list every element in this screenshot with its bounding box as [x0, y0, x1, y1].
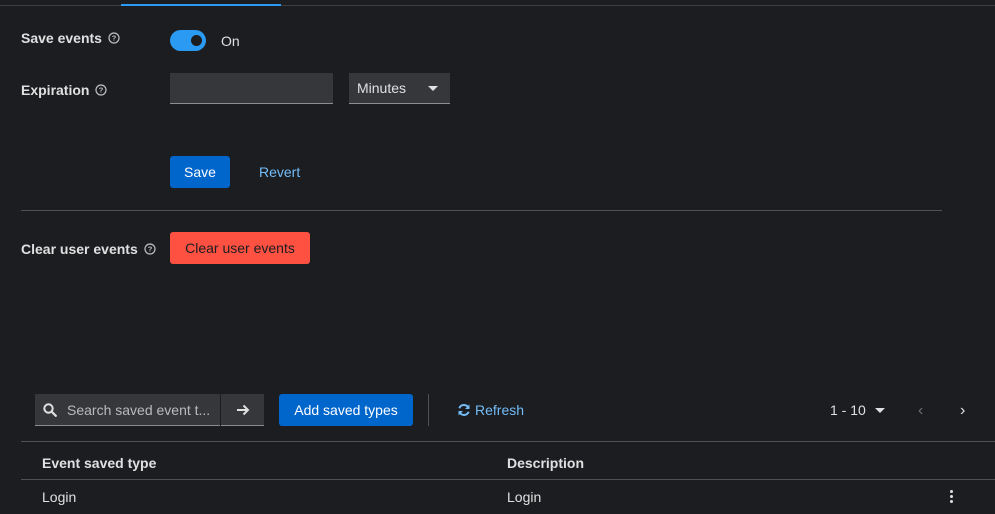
svg-text:?: ? — [112, 34, 117, 43]
refresh-label: Refresh — [475, 402, 525, 418]
pagination-caret-icon[interactable] — [875, 408, 885, 413]
toolbar-separator — [428, 394, 429, 426]
expiration-input[interactable] — [170, 73, 333, 104]
toggle-knob — [191, 35, 202, 46]
clear-user-events-button[interactable]: Clear user events — [170, 232, 310, 264]
column-header-description: Description — [507, 455, 585, 471]
svg-text:?: ? — [99, 86, 104, 95]
table-header-border — [21, 479, 995, 480]
revert-button[interactable]: Revert — [259, 164, 300, 180]
clear-user-events-label-text: Clear user events — [21, 241, 138, 257]
next-page-icon[interactable]: › — [960, 402, 965, 420]
search-icon — [43, 402, 57, 417]
save-events-label: Save events ? — [21, 30, 120, 46]
expiration-unit-select[interactable]: Minutes — [349, 73, 450, 104]
clear-user-events-label: Clear user events ? — [21, 241, 156, 257]
toggle-state-text: On — [221, 33, 240, 49]
arrow-right-icon — [236, 404, 249, 415]
expiration-label-text: Expiration — [21, 82, 90, 98]
pagination-range[interactable]: 1 - 10 — [830, 402, 866, 418]
save-events-toggle[interactable] — [170, 30, 206, 51]
table-border — [21, 441, 995, 442]
help-icon[interactable]: ? — [144, 243, 156, 255]
column-header-type: Event saved type — [42, 455, 157, 471]
row-event-type: Login — [42, 489, 77, 505]
refresh-icon — [458, 404, 470, 416]
caret-down-icon — [428, 85, 438, 91]
search-box[interactable] — [35, 394, 220, 426]
row-actions-kebab-icon[interactable] — [943, 486, 959, 506]
refresh-button[interactable]: Refresh — [457, 402, 524, 418]
search-input[interactable] — [65, 400, 219, 419]
search-submit-button[interactable] — [221, 394, 264, 426]
active-tab-indicator — [121, 4, 281, 6]
svg-text:?: ? — [147, 245, 152, 254]
previous-page-icon[interactable]: ‹ — [918, 402, 923, 420]
save-events-label-text: Save events — [21, 30, 102, 46]
expiration-label: Expiration ? — [21, 82, 108, 98]
expiration-unit-value: Minutes — [357, 80, 407, 96]
row-description: Login — [507, 489, 542, 505]
section-divider — [21, 210, 942, 211]
save-button[interactable]: Save — [170, 156, 230, 188]
help-icon[interactable]: ? — [108, 32, 120, 44]
help-icon[interactable]: ? — [95, 84, 108, 96]
add-saved-types-button[interactable]: Add saved types — [279, 394, 413, 426]
